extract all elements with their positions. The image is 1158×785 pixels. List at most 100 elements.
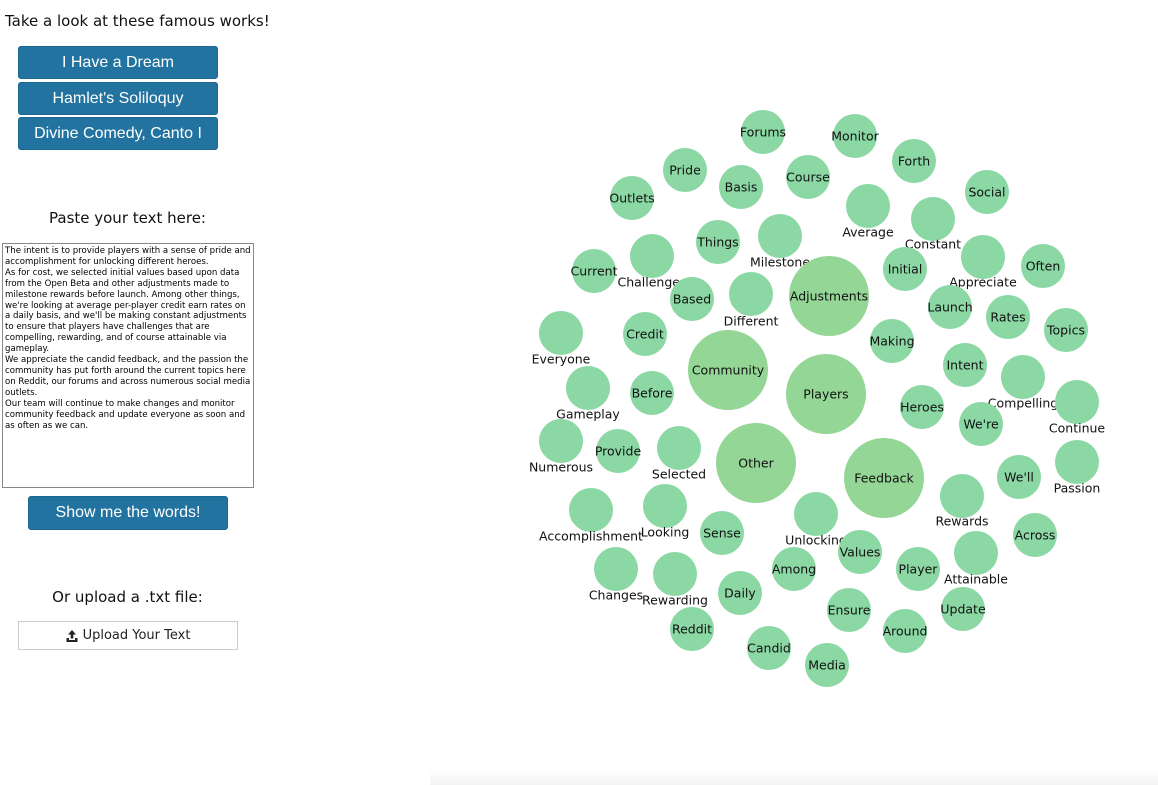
bubble-circle xyxy=(630,234,674,278)
bubble-circle xyxy=(1055,440,1099,484)
word-bubble-players: Players xyxy=(786,354,866,434)
bubble-label: Ensure xyxy=(828,603,871,618)
word-bubble-rates: Rates xyxy=(986,295,1030,339)
word-bubble-forth: Forth xyxy=(892,139,936,183)
word-bubble-intent: Intent xyxy=(943,343,987,387)
bubble-label: Candid xyxy=(747,641,791,656)
word-bubble-compelling: Compelling xyxy=(988,355,1058,411)
word-bubble-forums: Forums xyxy=(740,110,786,154)
bubble-label: Social xyxy=(968,185,1005,200)
word-bubble-monitor: Monitor xyxy=(831,114,880,158)
word-bubble-social: Social xyxy=(965,170,1009,214)
bubble-circle xyxy=(569,488,613,532)
bubble-circle xyxy=(846,184,890,228)
bubble-label: We'll xyxy=(1004,470,1034,485)
word-bubble-credit: Credit xyxy=(623,312,667,356)
bubble-label: Provide xyxy=(595,444,642,459)
bottom-fade xyxy=(430,770,1158,785)
word-bubble-things: Things xyxy=(696,220,740,264)
word-bubble-constant: Constant xyxy=(905,197,961,252)
bubble-label: Basis xyxy=(725,180,758,195)
bubble-circle xyxy=(729,272,773,316)
bubble-label: Forums xyxy=(740,125,786,140)
bubble-label: Compelling xyxy=(988,396,1058,411)
bubble-label: Across xyxy=(1015,528,1056,543)
bubble-label: Course xyxy=(786,170,830,185)
bubble-label: Media xyxy=(808,658,846,673)
bubble-label: Players xyxy=(803,387,848,402)
bubble-label: Based xyxy=(673,292,711,307)
word-bubble-based: Based xyxy=(670,277,714,321)
word-bubble-before: Before xyxy=(630,371,674,415)
word-bubble-across: Across xyxy=(1013,513,1057,557)
word-bubble-we-re: We're xyxy=(959,402,1003,446)
bubble-label: Rates xyxy=(990,310,1025,325)
bubble-label: Adjustments xyxy=(790,289,868,304)
word-bubble-gameplay: Gameplay xyxy=(556,366,620,422)
bubble-label: Monitor xyxy=(831,129,879,144)
bubble-circle xyxy=(657,426,701,470)
word-bubble-passion: Passion xyxy=(1054,440,1101,496)
word-bubble-challenges: Challenges xyxy=(617,234,687,290)
word-bubble-among: Among xyxy=(772,547,816,591)
word-bubble-often: Often xyxy=(1021,244,1065,288)
word-bubble-candid: Candid xyxy=(747,626,791,670)
bubble-label: Rewards xyxy=(935,514,988,529)
bubble-circle xyxy=(954,531,998,575)
bubble-circle xyxy=(566,366,610,410)
bubble-label: Changes xyxy=(589,588,643,603)
bubble-circle xyxy=(961,235,1005,279)
bubble-label: Other xyxy=(738,456,774,471)
word-bubble-we-ll: We'll xyxy=(997,455,1041,499)
bubble-circle xyxy=(539,419,583,463)
word-bubble-pride: Pride xyxy=(663,148,707,192)
word-bubble-changes: Changes xyxy=(589,547,643,603)
bubble-label: Numerous xyxy=(529,460,593,475)
bubble-label: Heroes xyxy=(900,400,944,415)
word-bubble-looking: Looking xyxy=(641,484,689,540)
bubble-circle xyxy=(643,484,687,528)
word-bubble-topics: Topics xyxy=(1044,308,1088,352)
word-bubble-heroes: Heroes xyxy=(900,385,944,429)
bubble-label: Forth xyxy=(898,154,930,169)
word-bubble-community: Community xyxy=(688,330,768,410)
word-bubble-initial: Initial xyxy=(883,247,927,291)
bubble-label: Player xyxy=(899,562,939,577)
bubble-label: Initial xyxy=(888,262,923,277)
bubble-label: Making xyxy=(869,334,914,349)
bubble-label: We're xyxy=(963,417,999,432)
bubble-label: Among xyxy=(772,562,816,577)
word-bubble-accomplishment: Accomplishment xyxy=(539,488,643,544)
word-bubble-update: Update xyxy=(940,587,986,631)
word-bubble-milestone: Milestone xyxy=(750,214,810,270)
word-bubble-continue: Continue xyxy=(1049,380,1105,436)
word-bubble-unlocking: Unlocking xyxy=(785,492,847,548)
bubble-label: Around xyxy=(883,624,928,639)
bubble-label: Daily xyxy=(724,586,756,601)
bubble-circle xyxy=(940,474,984,518)
bubble-circle xyxy=(758,214,802,258)
word-bubble-around: Around xyxy=(883,609,928,653)
bubble-label: Community xyxy=(692,363,765,378)
word-bubble-sense: Sense xyxy=(700,511,744,555)
word-bubble-feedback: Feedback xyxy=(844,438,924,518)
bubble-label: Sense xyxy=(703,526,741,541)
bubble-circle xyxy=(794,492,838,536)
word-bubble-current: Current xyxy=(571,249,618,293)
word-bubble-different: Different xyxy=(724,272,779,329)
word-bubble-reddit: Reddit xyxy=(670,607,714,651)
bubble-label: Update xyxy=(940,602,986,617)
bubble-circle xyxy=(1055,380,1099,424)
bubble-label: Pride xyxy=(669,163,701,178)
bubble-label: Average xyxy=(842,225,894,240)
bubble-label: Everyone xyxy=(532,352,591,367)
word-bubble-making: Making xyxy=(869,319,915,363)
word-bubble-course: Course xyxy=(786,155,830,199)
bubble-label: Feedback xyxy=(854,471,914,486)
word-bubble-other: Other xyxy=(716,423,796,503)
bubble-label: Values xyxy=(840,545,881,560)
word-bubble-average: Average xyxy=(842,184,894,240)
bubble-label: Gameplay xyxy=(556,407,620,422)
bubble-label: Different xyxy=(724,314,779,329)
bubble-label: Passion xyxy=(1054,481,1101,496)
